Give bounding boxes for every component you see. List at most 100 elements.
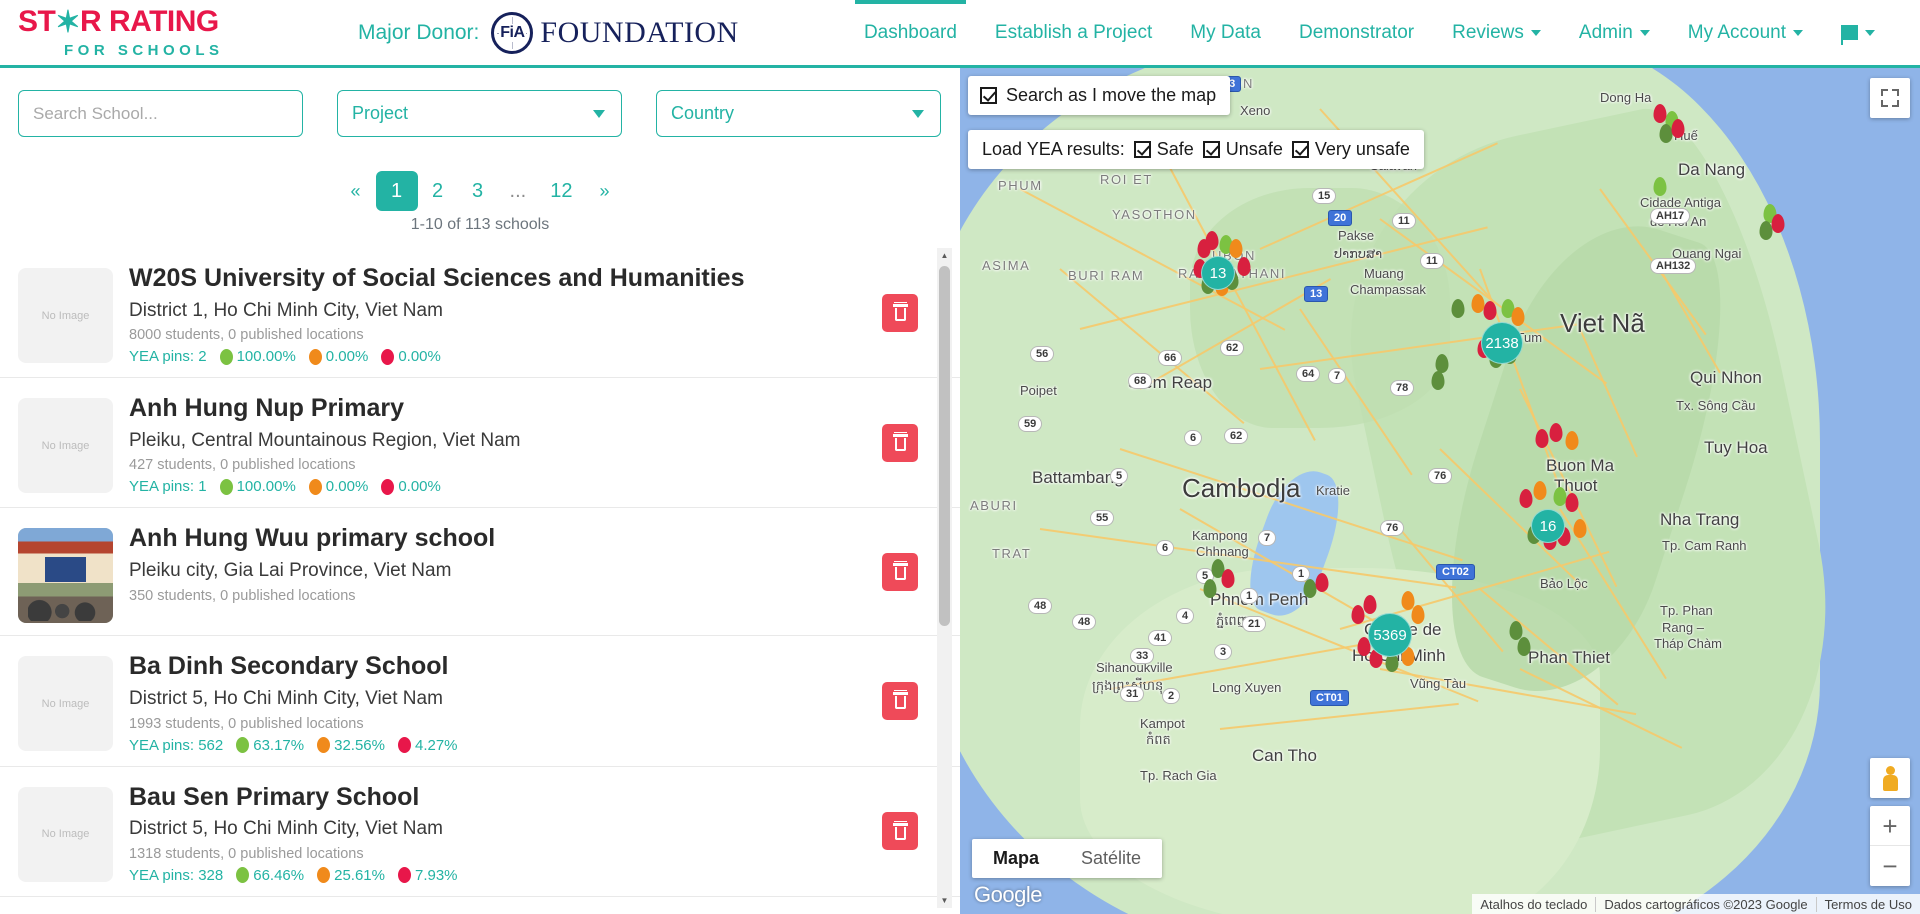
- map-pin[interactable]: [1517, 637, 1531, 656]
- map-pin[interactable]: [1535, 429, 1549, 448]
- school-address: District 5, Ho Chi Minh City, Viet Nam: [129, 687, 443, 709]
- checkbox-icon[interactable]: [1291, 141, 1309, 158]
- nav-item-demonstrator[interactable]: Demonstrator: [1280, 0, 1433, 67]
- checkbox-icon[interactable]: [1202, 141, 1220, 158]
- map-attribution: Atalhos do teclado Dados cartográficos ©…: [1472, 894, 1920, 914]
- map-pin[interactable]: [1431, 371, 1445, 390]
- table-row[interactable]: Anh Hung Wuu primary school Pleiku city,…: [0, 508, 960, 637]
- project-filter-select[interactable]: Project: [337, 90, 622, 137]
- map-panel[interactable]: SAKON NAKHONXenoDong HaHuếDa NangROI ETS…: [960, 68, 1920, 914]
- map-pin[interactable]: [1565, 431, 1579, 450]
- google-watermark: Google: [974, 882, 1042, 907]
- checkbox-icon[interactable]: [1133, 141, 1151, 158]
- map-pin[interactable]: [1511, 307, 1525, 326]
- street-view-pegman-button[interactable]: [1870, 758, 1910, 798]
- table-row[interactable]: No Image Anh Hung Nup Primary Pleiku, Ce…: [0, 378, 960, 509]
- nav-item-establish-a-project[interactable]: Establish a Project: [976, 0, 1171, 67]
- school-name[interactable]: Ba Dinh Secondary School: [129, 652, 960, 682]
- attribution-keyboard-shortcuts[interactable]: Atalhos do teclado: [1472, 897, 1595, 912]
- nav-item-reviews[interactable]: Reviews: [1433, 0, 1560, 67]
- map-pin[interactable]: [1315, 573, 1329, 592]
- map-pin[interactable]: [1221, 569, 1235, 588]
- search-school-input[interactable]: [18, 90, 303, 137]
- yea-filter-safe[interactable]: Safe: [1133, 139, 1194, 160]
- zoom-in-button[interactable]: +: [1870, 806, 1910, 846]
- attribution-terms[interactable]: Termos de Uso: [1815, 896, 1920, 912]
- delete-school-button[interactable]: [882, 293, 918, 332]
- pagination-page-1[interactable]: 1: [375, 171, 418, 211]
- map-pin[interactable]: [1519, 489, 1533, 508]
- pct-safe: 66.46%: [253, 866, 305, 884]
- pct-unsafe: 0.00%: [325, 478, 369, 496]
- pct-safe: 100.00%: [236, 348, 296, 366]
- marker-cluster[interactable]: 5369: [1368, 613, 1412, 657]
- search-as-i-move-toggle[interactable]: Search as I move the map: [968, 76, 1231, 115]
- delete-school-button[interactable]: [882, 552, 918, 591]
- map-pin[interactable]: [1533, 481, 1547, 500]
- logo-secondary-text: FOR SCHOOLS: [64, 41, 224, 59]
- list-scrollbar[interactable]: ▲ ▼: [937, 248, 952, 908]
- map-pin[interactable]: [1203, 579, 1217, 598]
- map-pin[interactable]: [1351, 605, 1365, 624]
- nav-item-my-data[interactable]: My Data: [1171, 0, 1280, 67]
- pagination-page-2[interactable]: 2: [418, 171, 458, 211]
- yea-filter-unsafe[interactable]: Unsafe: [1202, 139, 1283, 160]
- scrollbar-thumb[interactable]: [939, 266, 950, 626]
- school-name[interactable]: Anh Hung Nup Primary: [129, 394, 960, 424]
- map-pin[interactable]: [1771, 214, 1785, 233]
- map-pin[interactable]: [1363, 595, 1377, 614]
- pagination-page-3[interactable]: 3: [458, 171, 498, 211]
- very-unsafe-pin-icon: [381, 478, 395, 495]
- nav-item-admin[interactable]: Admin: [1560, 0, 1669, 67]
- school-name[interactable]: Bau Sen Primary School: [129, 783, 960, 813]
- country-filter-select[interactable]: Country: [656, 90, 941, 137]
- map-pin[interactable]: [1653, 177, 1667, 196]
- delete-school-button[interactable]: [882, 681, 918, 720]
- marker-cluster[interactable]: 2138: [1481, 322, 1523, 364]
- fullscreen-button[interactable]: [1870, 78, 1910, 118]
- school-name[interactable]: Anh Hung Wuu primary school: [129, 524, 960, 554]
- school-name[interactable]: W20S University of Social Sciences and H…: [129, 264, 960, 294]
- map-pin[interactable]: [1411, 605, 1425, 624]
- map-pin[interactable]: [1659, 124, 1673, 143]
- map-pin[interactable]: [1451, 299, 1465, 318]
- checkbox-icon[interactable]: [980, 87, 997, 104]
- pagination-next[interactable]: »: [584, 171, 624, 211]
- school-address: Pleiku city, Gia Lai Province, Viet Nam: [129, 559, 452, 581]
- pagination-prev[interactable]: «: [336, 171, 376, 211]
- highway-shield: 59: [1018, 416, 1043, 432]
- highway-shield: 66: [1158, 350, 1183, 366]
- nav-item-my-account[interactable]: My Account: [1669, 0, 1822, 67]
- map-pin[interactable]: [1549, 423, 1563, 442]
- zoom-out-button[interactable]: −: [1870, 846, 1910, 886]
- marker-cluster[interactable]: 16: [1531, 509, 1565, 543]
- table-row[interactable]: Binh Hien Primary School: [0, 897, 960, 908]
- table-row[interactable]: No Image Ba Dinh Secondary School Distri…: [0, 636, 960, 767]
- site-logo[interactable]: ST✶R RATING FOR SCHOOLS: [18, 6, 258, 59]
- delete-school-button[interactable]: [882, 812, 918, 851]
- map-pin[interactable]: [1565, 493, 1579, 512]
- delete-school-button[interactable]: [882, 423, 918, 462]
- pagination-page-12[interactable]: 12: [538, 171, 584, 211]
- marker-cluster[interactable]: 13: [1201, 256, 1235, 290]
- nav-item-dashboard[interactable]: Dashboard: [845, 0, 976, 67]
- map-pin[interactable]: [1573, 519, 1587, 538]
- map-pin[interactable]: [1205, 231, 1219, 250]
- table-row[interactable]: No Image W20S University of Social Scien…: [0, 248, 960, 379]
- highway-shield: 31: [1120, 686, 1145, 702]
- table-row[interactable]: No Image Bau Sen Primary School District…: [0, 767, 960, 897]
- highway-shield: 7: [1328, 368, 1347, 384]
- map-type-satelite[interactable]: Satélite: [1060, 839, 1162, 878]
- pct-unsafe: 25.61%: [334, 866, 385, 884]
- school-meta: 8000 students, 0 published locations: [129, 327, 364, 344]
- map-pin[interactable]: [1483, 301, 1497, 320]
- map-pin[interactable]: [1229, 239, 1243, 258]
- map-pin[interactable]: [1237, 257, 1251, 276]
- yea-filter-very-unsafe[interactable]: Very unsafe: [1291, 139, 1410, 160]
- highway-shield: 13: [1304, 286, 1329, 302]
- map-pin[interactable]: [1671, 119, 1685, 138]
- map-type-mapa[interactable]: Mapa: [972, 839, 1060, 878]
- scroll-down-arrow[interactable]: ▼: [937, 893, 952, 908]
- nav-item-language-flag[interactable]: [1822, 0, 1894, 67]
- scroll-up-arrow[interactable]: ▲: [937, 248, 952, 263]
